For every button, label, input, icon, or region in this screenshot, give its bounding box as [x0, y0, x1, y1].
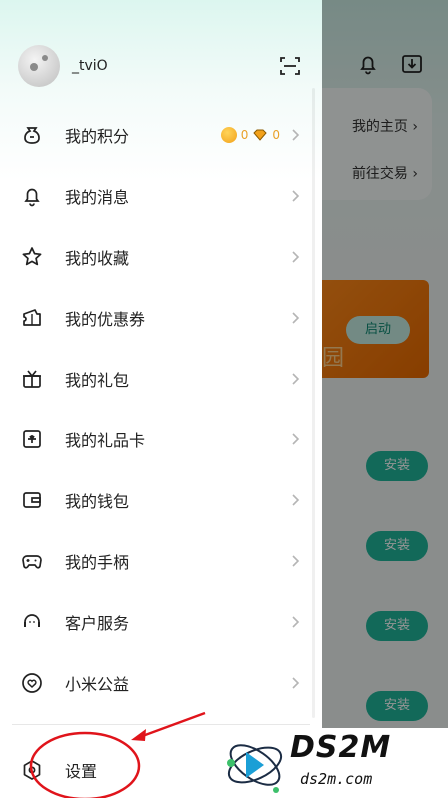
- menu-label: 我的钱包: [65, 492, 130, 512]
- menu-label: 我的收藏: [65, 248, 130, 268]
- menu-item-charity[interactable]: 小米公益: [0, 652, 322, 713]
- chevron-right-icon: [292, 676, 300, 689]
- user-profile-row[interactable]: _tviO: [18, 42, 302, 90]
- gem-icon: [253, 129, 268, 142]
- coin-icon: [220, 127, 237, 144]
- menu-label: 我的积分: [65, 127, 130, 147]
- menu-item-wallet[interactable]: 我的钱包: [0, 470, 322, 531]
- menu-item-favorites[interactable]: 我的收藏: [0, 227, 322, 288]
- drawer-menu: 我的积分 0 0 我的消息 我的收藏 我的优惠券 我的礼包 我的礼品卡 我的钱包…: [0, 105, 322, 713]
- points-summary: 0 0: [220, 127, 280, 144]
- menu-label: 我的手柄: [65, 552, 130, 572]
- gamepad-icon: [22, 555, 42, 569]
- gem-count: 0: [272, 128, 280, 143]
- watermark-text: DS2M: [290, 730, 392, 765]
- gift-icon: [23, 370, 41, 388]
- charity-heart-icon: [22, 672, 42, 693]
- scan-icon[interactable]: [278, 54, 302, 78]
- coin-count: 0: [240, 128, 249, 143]
- star-icon: [22, 247, 42, 266]
- side-drawer: _tviO 我的积分 0 0 我的消息 我的收藏 我的优惠券 我的礼包 我的礼品…: [0, 0, 322, 798]
- chevron-right-icon: [292, 616, 300, 628]
- menu-label: 小米公益: [65, 674, 130, 694]
- coupon-icon: [23, 308, 41, 326]
- menu-label: 我的礼包: [65, 370, 130, 390]
- gift-card-icon: [23, 430, 41, 449]
- chevron-right-icon: [292, 373, 300, 385]
- points-bag-icon: [24, 127, 40, 145]
- scrollbar[interactable]: [312, 88, 315, 718]
- menu-item-messages[interactable]: 我的消息: [0, 166, 322, 227]
- settings-icon: [23, 760, 41, 780]
- chevron-right-icon: [292, 494, 300, 506]
- bell-icon: [24, 188, 40, 207]
- menu-label: 我的消息: [65, 188, 130, 208]
- chevron-right-icon: [292, 251, 300, 263]
- menu-item-gift-packs[interactable]: 我的礼包: [0, 348, 322, 409]
- username: _tviO: [72, 58, 108, 74]
- menu-item-customer-service[interactable]: 客户服务: [0, 591, 322, 652]
- chevron-right-icon: [292, 312, 300, 324]
- avatar[interactable]: [18, 45, 60, 87]
- menu-label: 我的优惠券: [65, 309, 146, 329]
- menu-item-points[interactable]: 我的积分 0 0: [0, 105, 322, 166]
- menu-label: 客户服务: [65, 613, 130, 633]
- menu-item-coupons[interactable]: 我的优惠券: [0, 287, 322, 348]
- menu-item-gamepad[interactable]: 我的手柄: [0, 531, 322, 592]
- wallet-icon: [23, 492, 41, 509]
- chevron-right-icon: [292, 433, 300, 445]
- chevron-right-icon: [292, 190, 300, 202]
- menu-label: 我的礼品卡: [65, 431, 146, 451]
- watermark-url: ds2m.com: [300, 770, 373, 788]
- customer-service-icon: [24, 613, 40, 627]
- divider: [12, 724, 310, 725]
- chevron-right-icon: [292, 555, 300, 567]
- chevron-right-icon: [292, 129, 300, 141]
- menu-item-gift-cards[interactable]: 我的礼品卡: [0, 409, 322, 470]
